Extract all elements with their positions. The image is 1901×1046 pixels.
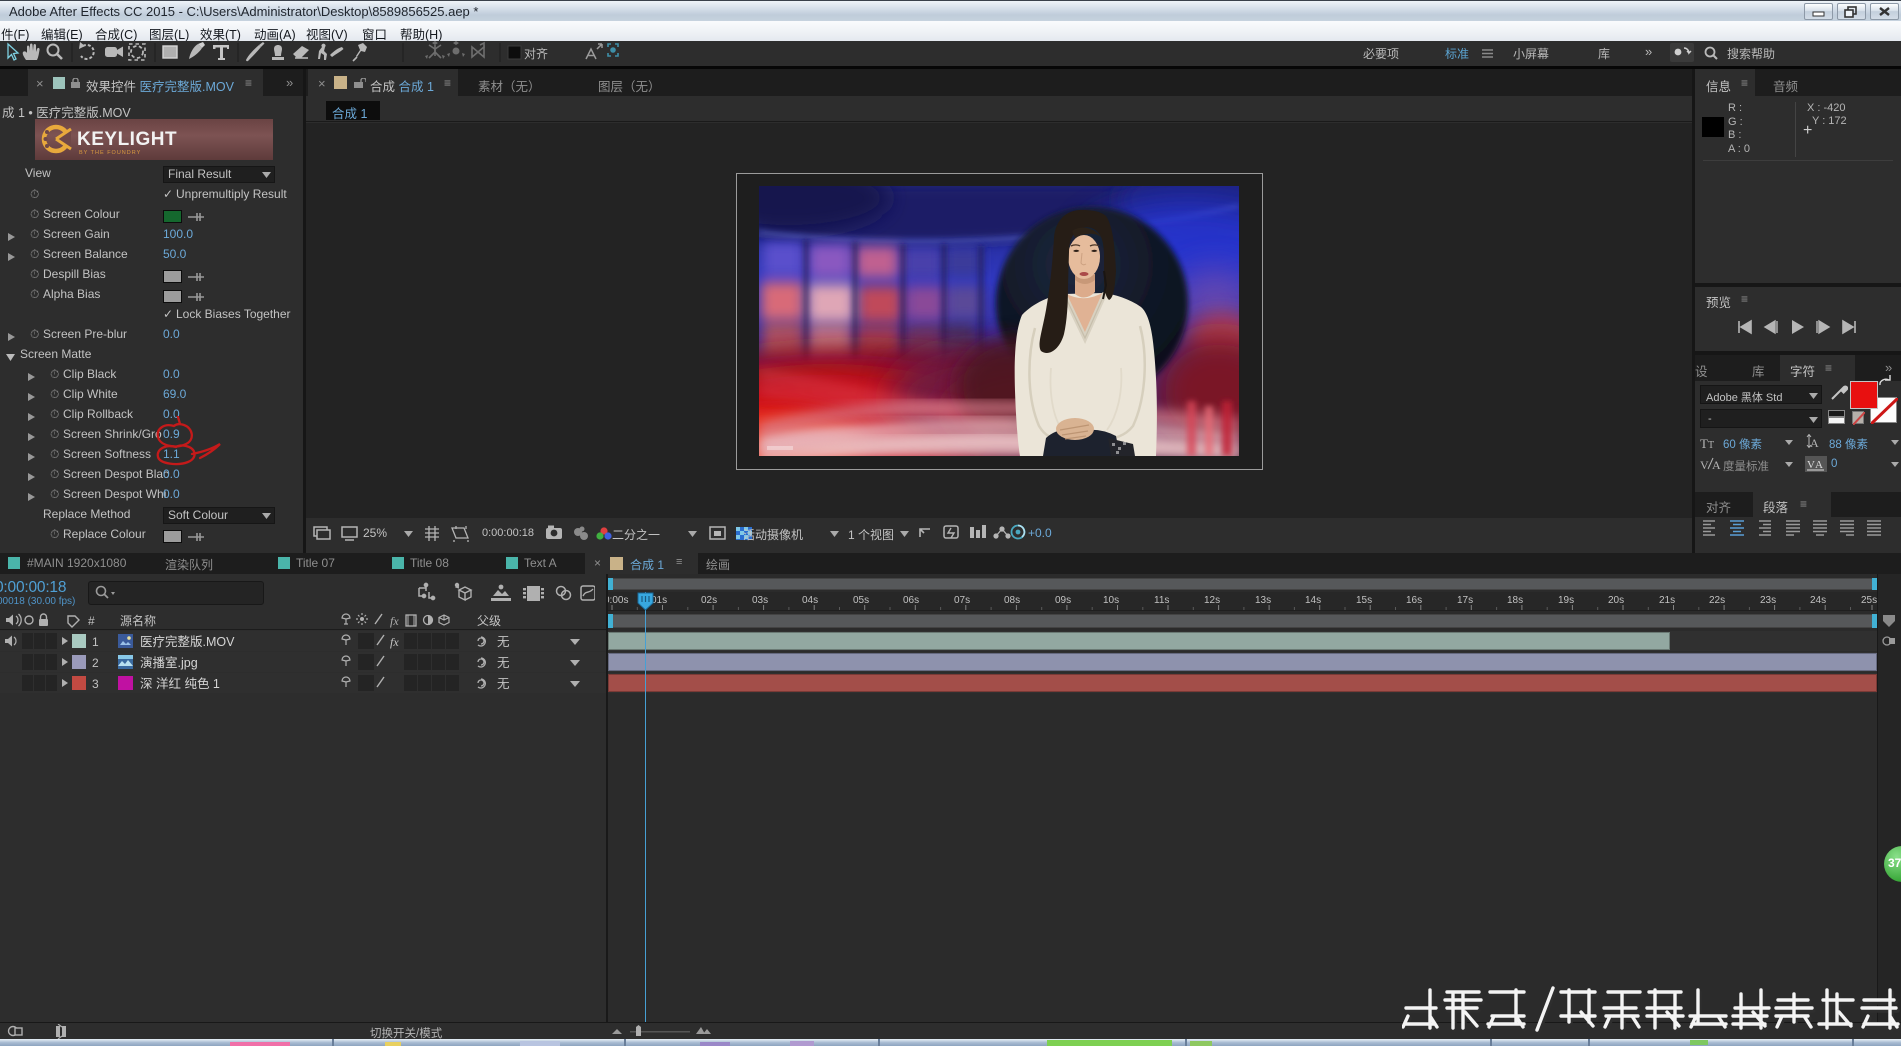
svg-text:02s: 02s — [701, 595, 717, 606]
svg-text:医疗完整版.MOV: 医疗完整版.MOV — [140, 634, 235, 649]
svg-text:07s: 07s — [954, 595, 970, 606]
svg-text:源名称: 源名称 — [120, 613, 156, 628]
svg-text:0:00s: 0:00s — [608, 595, 628, 606]
svg-text:17s: 17s — [1457, 595, 1473, 606]
svg-text:11s: 11s — [1154, 595, 1169, 606]
svg-text:T: T — [1700, 436, 1708, 450]
svg-text:12s: 12s — [1204, 595, 1220, 606]
svg-text:3: 3 — [92, 677, 99, 691]
svg-text:V: V — [1807, 459, 1815, 471]
svg-text:21s: 21s — [1659, 595, 1675, 606]
svg-text:无: 无 — [497, 677, 510, 691]
svg-text:T: T — [1708, 440, 1714, 450]
svg-text:15s: 15s — [1356, 595, 1372, 606]
svg-text:20s: 20s — [1608, 595, 1624, 606]
svg-text:父级: 父级 — [477, 614, 501, 628]
svg-text:22s: 22s — [1709, 595, 1725, 606]
svg-text:BY THE FOUNDRY: BY THE FOUNDRY — [79, 150, 141, 156]
svg-text:fx: fx — [390, 614, 399, 628]
svg-text:14s: 14s — [1305, 595, 1321, 606]
svg-text:06s: 06s — [903, 595, 919, 606]
svg-text:A: A — [1712, 458, 1721, 472]
svg-text:2: 2 — [92, 656, 99, 670]
svg-text:24s: 24s — [1810, 595, 1826, 606]
svg-text:演播室.jpg: 演播室.jpg — [140, 655, 198, 670]
svg-text:13s: 13s — [1255, 595, 1271, 606]
svg-text:A: A — [1810, 436, 1819, 450]
svg-text:18s: 18s — [1507, 595, 1523, 606]
svg-text:16s: 16s — [1406, 595, 1422, 606]
svg-text:A: A — [1815, 459, 1823, 471]
svg-text:无: 无 — [497, 635, 510, 649]
svg-text:25s: 25s — [1861, 595, 1877, 606]
svg-text:04s: 04s — [802, 595, 818, 606]
svg-text:03s: 03s — [752, 595, 768, 606]
svg-text:无: 无 — [497, 656, 510, 670]
svg-text:深 洋红 纯色 1: 深 洋红 纯色 1 — [140, 676, 220, 691]
svg-text:09s: 09s — [1055, 595, 1071, 606]
svg-text:19s: 19s — [1558, 595, 1574, 606]
svg-text:23s: 23s — [1760, 595, 1776, 606]
svg-text:10s: 10s — [1103, 595, 1119, 606]
svg-text:#: # — [88, 614, 95, 628]
svg-text:1: 1 — [92, 635, 99, 649]
svg-text:08s: 08s — [1004, 595, 1020, 606]
svg-text:fx: fx — [390, 635, 399, 649]
svg-text:V: V — [1700, 458, 1709, 472]
svg-text:KEYLIGHT: KEYLIGHT — [77, 129, 177, 150]
svg-text:05s: 05s — [853, 595, 869, 606]
